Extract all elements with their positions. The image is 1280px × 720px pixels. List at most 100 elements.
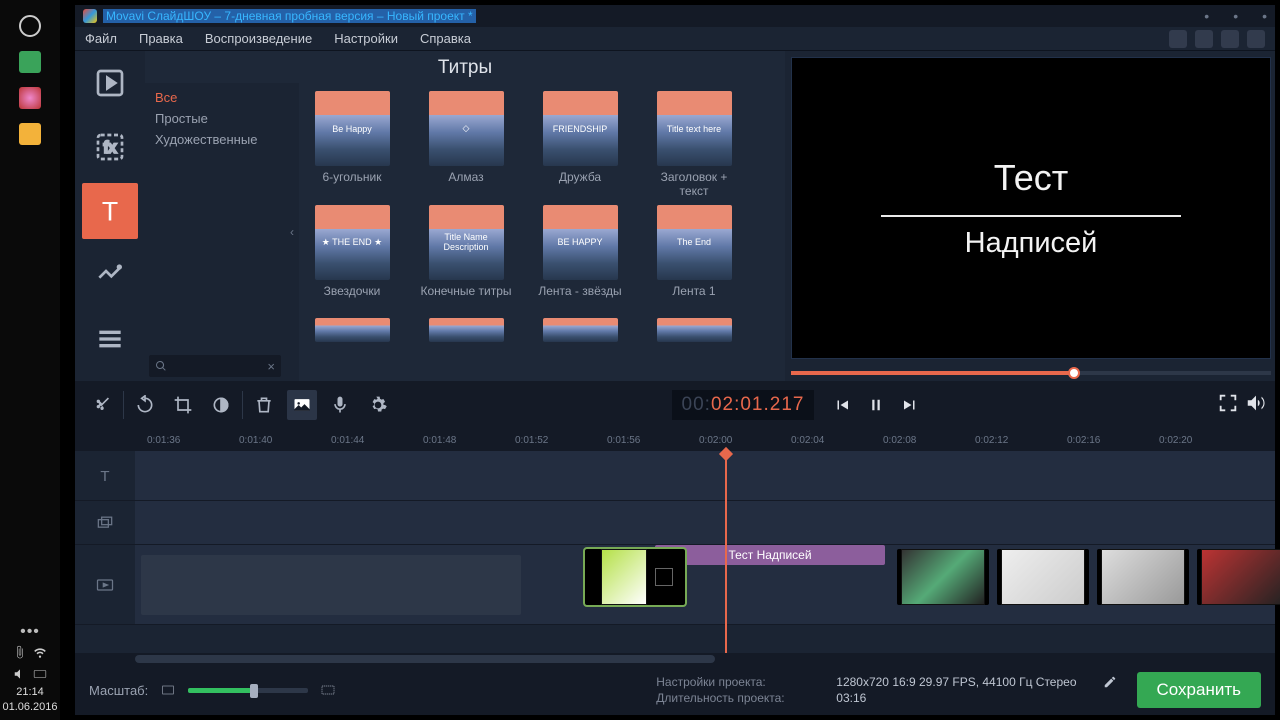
title-preset-more[interactable]: [315, 318, 390, 342]
edit-settings-icon[interactable]: [1103, 675, 1117, 689]
title-preset-ribbon-stars[interactable]: BE HAPPY: [543, 205, 618, 280]
keyboard-icon: [33, 667, 47, 681]
settings-button[interactable]: [363, 390, 393, 420]
clear-search-button[interactable]: ×: [267, 359, 275, 374]
mode-media-button[interactable]: [82, 55, 138, 111]
title-label: Лента 1: [672, 284, 715, 312]
title-label: 6-угольник: [322, 170, 381, 198]
menu-help[interactable]: Справка: [420, 31, 471, 46]
attachment-icon: [13, 645, 27, 659]
wifi-icon: [33, 645, 47, 659]
close-button[interactable]: •: [1262, 8, 1267, 24]
crop-button[interactable]: [168, 390, 198, 420]
svg-text:T: T: [100, 468, 109, 485]
title-preset-more[interactable]: [429, 318, 504, 342]
prev-frame-button[interactable]: [828, 391, 856, 419]
overlay-track-head[interactable]: [75, 501, 135, 544]
category-all[interactable]: Все: [145, 87, 285, 108]
mode-titles-button[interactable]: T: [82, 183, 138, 239]
title-preset-stars[interactable]: ★ THE END ★: [315, 205, 390, 280]
cut-button[interactable]: [87, 390, 117, 420]
title-track-head[interactable]: T: [75, 451, 135, 500]
mode-transitions-button[interactable]: [82, 247, 138, 303]
title-clip[interactable]: Тест Надписей: [655, 545, 885, 565]
image-mode-button[interactable]: [287, 390, 317, 420]
video-clip-selected[interactable]: [585, 549, 685, 605]
mode-toolbar: fx T: [75, 51, 145, 381]
volume-icon: [13, 667, 27, 681]
ruler-tick: 0:01:36: [147, 435, 180, 446]
timeline-scrollbar[interactable]: [75, 653, 1275, 665]
save-button[interactable]: Сохранить: [1137, 672, 1261, 708]
ruler-tick: 0:02:00: [699, 435, 732, 446]
timeline-ruler[interactable]: 0:01:36 0:01:40 0:01:44 0:01:48 0:01:52 …: [75, 429, 1275, 451]
video-clip[interactable]: [1197, 549, 1280, 605]
social-youtube-icon[interactable]: [1169, 30, 1187, 48]
minimize-button[interactable]: •: [1204, 8, 1209, 24]
menu-file[interactable]: Файл: [85, 31, 117, 46]
ruler-tick: 0:01:44: [331, 435, 364, 446]
category-simple[interactable]: Простые: [145, 108, 285, 129]
ruler-tick: 0:02:08: [883, 435, 916, 446]
titles-grid: Be Happy6-угольник ◇Алмаз FRIENDSHIPДруж…: [299, 83, 785, 381]
title-label: Дружба: [559, 170, 601, 198]
dock-app-icon[interactable]: [19, 51, 41, 73]
zoom-slider[interactable]: [188, 688, 308, 693]
dock-more-icon[interactable]: •••: [20, 623, 40, 641]
title-label: Звездочки: [324, 284, 381, 312]
video-clip[interactable]: [897, 549, 989, 605]
dock-circle-icon[interactable]: [19, 15, 41, 37]
dock-folder-icon[interactable]: [19, 123, 41, 145]
project-settings-value: 1280x720 16:9 29.97 FPS, 44100 Гц Стерео: [836, 675, 1076, 689]
next-frame-button[interactable]: [896, 391, 924, 419]
mode-filters-button[interactable]: fx: [82, 119, 138, 175]
zoom-label: Масштаб:: [89, 683, 148, 698]
video-clip[interactable]: [997, 549, 1089, 605]
playhead[interactable]: [725, 451, 727, 653]
status-bar: Масштаб: Настройки проекта: 1280x720 16:…: [75, 665, 1275, 715]
collapse-categories-button[interactable]: ‹: [285, 83, 299, 381]
svg-text:fx: fx: [104, 139, 116, 156]
ruler-tick: 0:02:20: [1159, 435, 1192, 446]
ruler-tick: 0:01:52: [515, 435, 548, 446]
menu-settings[interactable]: Настройки: [334, 31, 398, 46]
category-artistic[interactable]: Художественные: [145, 129, 285, 150]
title-preset-more[interactable]: [543, 318, 618, 342]
video-track-body[interactable]: Тест Надписей: [135, 545, 1275, 624]
project-duration-label: Длительность проекта:: [656, 691, 816, 705]
pause-button[interactable]: [862, 391, 890, 419]
title-track: T: [75, 451, 1275, 501]
category-search[interactable]: ×: [149, 355, 281, 377]
social-vk-icon[interactable]: [1221, 30, 1239, 48]
zoom-clip-icon[interactable]: [320, 682, 336, 698]
preview-text-line1: Тест: [994, 157, 1068, 199]
social-share-icon[interactable]: [1247, 30, 1265, 48]
maximize-button[interactable]: •: [1233, 8, 1238, 24]
search-icon: [155, 360, 167, 372]
volume-button[interactable]: [1245, 392, 1267, 419]
zoom-fit-icon[interactable]: [160, 682, 176, 698]
menu-edit[interactable]: Правка: [139, 31, 183, 46]
color-button[interactable]: [206, 390, 236, 420]
dock-shield-icon[interactable]: [19, 87, 41, 109]
scrubber-knob[interactable]: [1068, 367, 1080, 379]
project-info: Настройки проекта: 1280x720 16:9 29.97 F…: [656, 675, 1116, 705]
title-preset-friendship[interactable]: FRIENDSHIP: [543, 91, 618, 166]
mode-more-button[interactable]: [82, 311, 138, 367]
project-duration-value: 03:16: [836, 691, 866, 705]
social-ok-icon[interactable]: [1195, 30, 1213, 48]
title-preset-diamond[interactable]: ◇: [429, 91, 504, 166]
title-preset-heading[interactable]: Title text here: [657, 91, 732, 166]
title-preset-credits[interactable]: Title Name Description: [429, 205, 504, 280]
title-preset-more[interactable]: [657, 318, 732, 342]
menu-playback[interactable]: Воспроизведение: [205, 31, 312, 46]
preview-scrubber[interactable]: [791, 365, 1271, 381]
delete-button[interactable]: [249, 390, 279, 420]
rotate-button[interactable]: [130, 390, 160, 420]
mic-button[interactable]: [325, 390, 355, 420]
title-preset-hexagon[interactable]: Be Happy: [315, 91, 390, 166]
fullscreen-button[interactable]: [1217, 392, 1239, 419]
title-preset-ribbon-1[interactable]: The End: [657, 205, 732, 280]
video-track-head[interactable]: [75, 545, 135, 624]
video-clip[interactable]: [1097, 549, 1189, 605]
